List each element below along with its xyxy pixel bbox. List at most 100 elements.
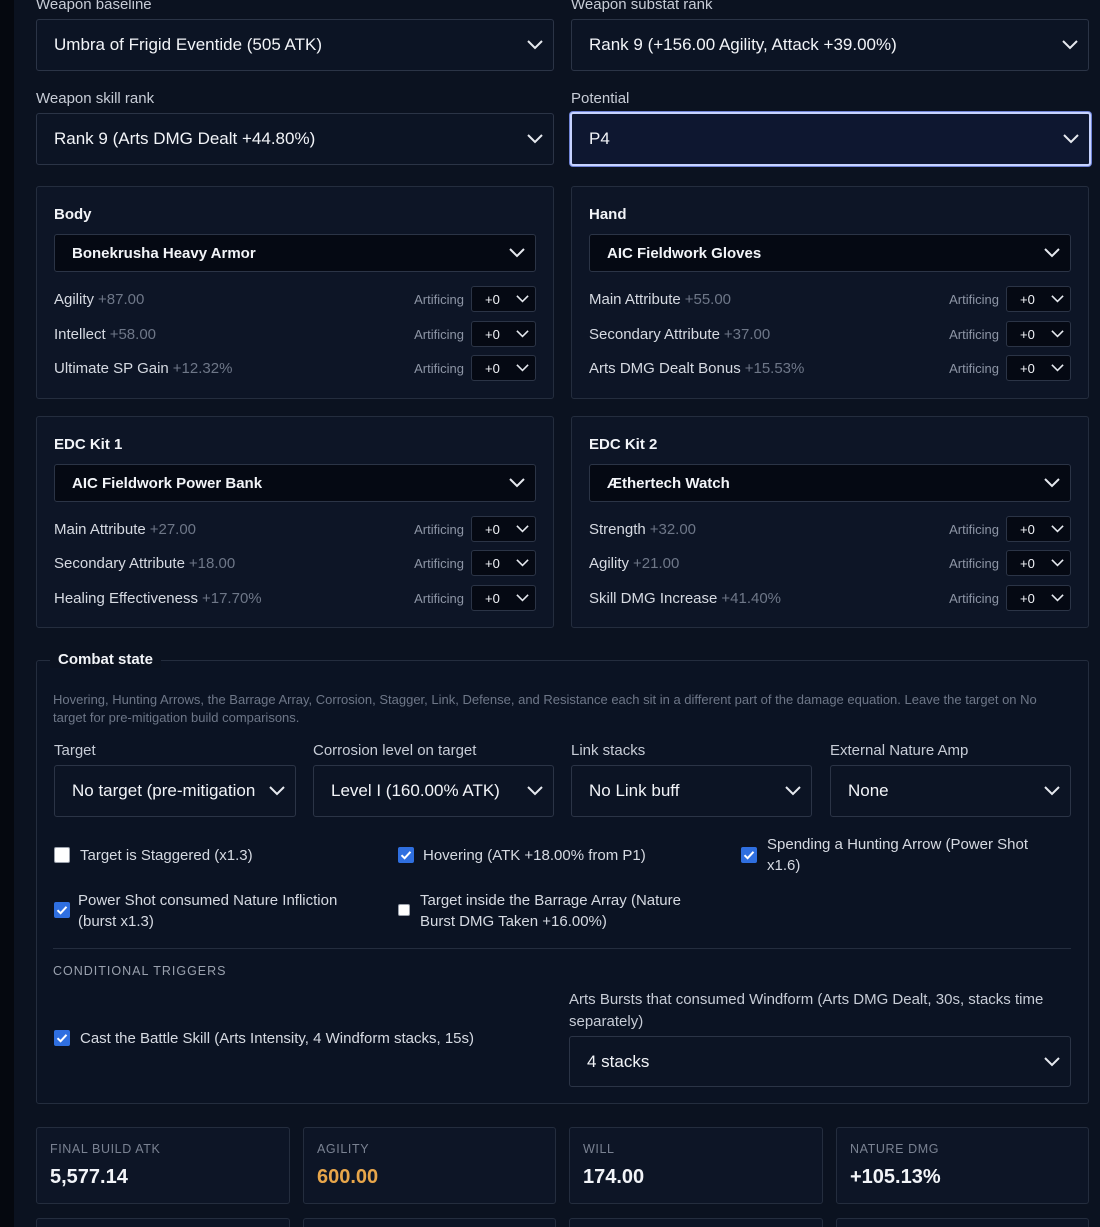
hunting-arrow-checkbox[interactable] [741,847,757,863]
chevron-down-icon [527,40,543,50]
staggered-label: Target is Staggered (x1.3) [80,847,253,864]
stat-row: Healing Effectiveness +17.70% Artificing … [54,585,536,611]
weapon-substat-label: Weapon substat rank [571,0,713,13]
potential-label: Potential [571,90,630,107]
stat-value: +15.53% [744,359,805,377]
weapon-baseline-select[interactable]: Umbra of Frigid Eventide (505 ATK) [36,19,554,71]
artificing-select[interactable]: +0 [1006,286,1071,312]
corrosion-value: Level I (160.00% ATK) [331,781,500,800]
potential-select[interactable]: P4 [570,112,1091,166]
artificing-label: Artificing [949,590,999,606]
stat-row: Secondary Attribute +18.00 Artificing +0 [54,550,536,576]
artificing-level: +0 [485,326,500,342]
stat-row: Arts DMG Dealt Bonus +15.53% Artificing +… [589,355,1071,381]
artificing-select[interactable]: +0 [1006,585,1071,611]
hovering-checkbox[interactable] [398,847,414,863]
stat-name: Ultimate SP Gain [54,359,169,377]
metric-label: FINAL BUILD ATK [50,1142,161,1156]
nature-amp-select[interactable]: None [830,765,1071,817]
artificing-select[interactable]: +0 [471,355,536,381]
artificing-select[interactable]: +0 [471,516,536,542]
stat-row: Strength +32.00 Artificing +0 [589,516,1071,542]
metric-value: 5,577.14 [50,1166,128,1188]
gear-item-select[interactable]: AIC Fieldwork Gloves [589,234,1071,272]
target-select[interactable]: No target (pre-mitigation) [54,765,296,817]
chevron-down-icon [1044,786,1060,796]
stat-value: +58.00 [109,325,156,343]
artificing-select[interactable]: +0 [471,321,536,347]
gear-item-select[interactable]: Bonekrusha Heavy Armor [54,234,536,272]
stat-row: Ultimate SP Gain +12.32% Artificing +0 [54,355,536,381]
artificing-select[interactable]: +0 [471,550,536,576]
weapon-skill-select[interactable]: Rank 9 (Arts DMG Dealt +44.80%) [36,113,554,165]
artificing-level: +0 [485,590,500,606]
metric-nature-dmg: NATURE DMG +105.13% [836,1127,1089,1204]
weapon-substat-select[interactable]: Rank 9 (+156.00 Agility, Attack +39.00%) [571,19,1089,71]
artificing-label: Artificing [414,590,464,606]
chevron-down-icon [1044,1056,1060,1066]
metric-value: 600.00 [317,1166,379,1188]
artificing-select[interactable]: +0 [471,585,536,611]
stat-name: Intellect [54,325,106,343]
stat-value: +27.00 [149,520,197,538]
combat-state-description: Hovering, Hunting Arrows, the Barrage Ar… [53,692,1037,725]
gear-item-select[interactable]: Æthertech Watch [589,464,1071,502]
chevron-down-icon [509,248,525,258]
stat-row: Intellect +58.00 Artificing +0 [54,321,536,347]
metric-card-partial [836,1218,1089,1227]
stat-value: +87.00 [98,290,145,308]
link-stacks-select[interactable]: No Link buff [571,765,812,817]
artificing-level: +0 [485,360,500,376]
metric-card-partial [569,1218,823,1227]
artificing-select[interactable]: +0 [1006,550,1071,576]
link-stacks-value: No Link buff [589,781,680,800]
gear-card-hand: Hand AIC Fieldwork Gloves Main Attribute… [571,186,1089,399]
artificing-select[interactable]: +0 [1006,516,1071,542]
metric-label: AGILITY [317,1142,370,1156]
chevron-down-icon [269,786,285,796]
artificing-select[interactable]: +0 [471,286,536,312]
battle-skill-checkbox[interactable] [54,1030,70,1046]
artificing-select[interactable]: +0 [1006,355,1071,381]
chevron-down-icon [1051,295,1064,303]
weapon-substat-value: Rank 9 (+156.00 Agility, Attack +39.00%) [589,35,897,54]
chevron-down-icon [516,559,529,567]
artificing-label: Artificing [949,291,999,307]
chevron-down-icon [516,330,529,338]
chevron-down-icon [1051,364,1064,372]
artificing-label: Artificing [414,326,464,342]
target-value: No target (pre-mitigation) [72,781,255,800]
chevron-down-icon [516,364,529,372]
artificing-level: +0 [1020,590,1035,606]
checkmark-icon [400,851,412,860]
corrosion-select[interactable]: Level I (160.00% ATK) [313,765,554,817]
artificing-level: +0 [1020,521,1035,537]
gear-item-select[interactable]: AIC Fieldwork Power Bank [54,464,536,502]
nature-infliction-label: Power Shot consumed Nature Infliction (b… [78,892,338,930]
metric-will: WILL 174.00 [569,1127,823,1204]
weapon-skill-label: Weapon skill rank [36,90,155,107]
chevron-down-icon [527,786,543,796]
gear-card-edc-kit-2: EDC Kit 2 Æthertech Watch Strength +32.00… [571,416,1089,628]
gear-item-value: AIC Fieldwork Power Bank [72,474,263,492]
artificing-select[interactable]: +0 [1006,321,1071,347]
windform-stacks-select[interactable]: 4 stacks [569,1036,1071,1087]
staggered-checkbox[interactable] [54,847,70,863]
nature-amp-value: None [848,781,889,800]
corrosion-label: Corrosion level on target [313,742,477,759]
stat-name: Strength [589,520,646,538]
metric-final-build-atk: FINAL BUILD ATK 5,577.14 [36,1127,290,1204]
stat-row: Main Attribute +55.00 Artificing +0 [589,286,1071,312]
artificing-level: +0 [1020,555,1035,571]
stat-name: Main Attribute [54,520,146,538]
nature-infliction-checkbox[interactable] [54,902,70,918]
chevron-down-icon [516,295,529,303]
barrage-array-checkbox[interactable] [398,904,410,916]
metric-label: NATURE DMG [850,1142,940,1156]
stat-value: +37.00 [723,325,771,343]
artificing-label: Artificing [414,360,464,376]
weapon-skill-value: Rank 9 (Arts DMG Dealt +44.80%) [54,129,316,148]
metric-card-partial [303,1218,556,1227]
metric-card-partial [36,1218,290,1227]
metric-agility: AGILITY 600.00 [303,1127,556,1204]
